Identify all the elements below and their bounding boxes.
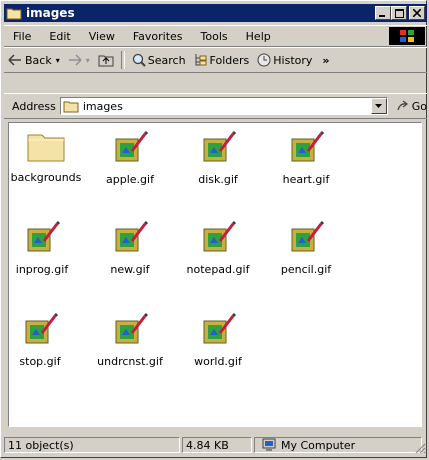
standard-toolbar: Back ▾ ▾ Search Folders History » xyxy=(4,47,427,73)
back-label: Back xyxy=(25,53,52,67)
file-item-new[interactable]: new.gif xyxy=(85,221,175,276)
forward-arrow-icon xyxy=(68,54,82,66)
explorer-window: images File Edit View Favorites Tools He… xyxy=(0,0,427,458)
folders-label: Folders xyxy=(209,53,250,67)
file-item-heart[interactable]: heart.gif xyxy=(261,131,351,186)
gif-image-icon xyxy=(115,131,148,162)
file-label: apple.gif xyxy=(106,173,154,186)
gif-image-icon xyxy=(203,131,236,162)
forward-dropdown-icon[interactable]: ▾ xyxy=(86,56,90,65)
address-dropdown-button[interactable] xyxy=(370,98,387,114)
back-dropdown-icon[interactable]: ▾ xyxy=(56,56,60,65)
file-label: inprog.gif xyxy=(15,263,69,276)
file-label: notepad.gif xyxy=(186,263,250,276)
file-item-notepad[interactable]: notepad.gif xyxy=(173,221,263,276)
menu-edit[interactable]: Edit xyxy=(40,30,79,43)
folders-icon xyxy=(195,54,207,66)
search-icon xyxy=(132,53,146,67)
file-item-stop[interactable]: stop.gif xyxy=(9,313,85,368)
chevron-down-icon xyxy=(375,104,383,108)
toolbar-more-chevron[interactable]: » xyxy=(322,54,329,67)
toolbar-separator xyxy=(120,51,125,69)
history-icon xyxy=(257,53,271,67)
folders-button[interactable]: Folders xyxy=(190,50,254,70)
search-button[interactable]: Search xyxy=(128,50,190,70)
back-arrow-icon xyxy=(8,54,21,66)
history-button[interactable]: History xyxy=(253,50,316,70)
address-label: Address xyxy=(12,99,56,113)
maximize-icon xyxy=(394,8,404,18)
folder-icon xyxy=(27,134,65,162)
gif-image-icon xyxy=(27,221,60,252)
search-label: Search xyxy=(147,53,186,67)
menu-favorites[interactable]: Favorites xyxy=(124,30,192,43)
file-label: stop.gif xyxy=(19,355,61,368)
menu-bar: File Edit View Favorites Tools Help xyxy=(4,25,427,47)
file-label: backgrounds xyxy=(10,171,82,184)
status-location: My Computer xyxy=(281,438,356,452)
folder-icon xyxy=(63,101,79,112)
status-zone: My Computer xyxy=(254,437,422,453)
file-label: disk.gif xyxy=(198,173,238,186)
gif-image-icon xyxy=(115,221,148,252)
up-folder-button[interactable] xyxy=(94,50,118,70)
file-label: world.gif xyxy=(194,355,242,368)
minimize-icon xyxy=(379,15,385,17)
forward-button[interactable]: ▾ xyxy=(64,50,94,70)
gif-image-icon xyxy=(115,313,148,344)
go-button[interactable]: Go xyxy=(396,100,427,113)
address-value: images xyxy=(82,99,123,113)
gif-image-icon xyxy=(291,221,324,252)
gif-image-icon xyxy=(203,221,236,252)
gif-image-icon xyxy=(203,313,236,344)
file-label: undrcnst.gif xyxy=(97,355,163,368)
up-folder-icon xyxy=(98,55,114,67)
go-arrow-icon xyxy=(397,100,408,111)
file-item-apple[interactable]: apple.gif xyxy=(85,131,175,186)
window-title: images xyxy=(26,6,75,20)
file-item-world[interactable]: world.gif xyxy=(173,313,263,368)
file-item-inprog[interactable]: inprog.gif xyxy=(9,221,87,276)
file-label: pencil.gif xyxy=(280,263,332,276)
address-bar: Address images Go xyxy=(4,93,427,119)
close-button[interactable] xyxy=(409,6,425,20)
resize-grip-icon[interactable] xyxy=(414,442,426,454)
back-button[interactable]: Back ▾ xyxy=(4,50,64,70)
file-label: heart.gif xyxy=(282,173,330,186)
windows-logo-icon xyxy=(389,27,425,45)
history-label: History xyxy=(273,53,313,67)
file-label: new.gif xyxy=(110,263,150,276)
menu-tools[interactable]: Tools xyxy=(192,30,237,43)
maximize-button[interactable] xyxy=(391,6,407,20)
gif-image-icon xyxy=(291,131,324,162)
menu-view[interactable]: View xyxy=(80,30,124,43)
address-input[interactable]: images xyxy=(59,97,388,115)
file-item-backgrounds[interactable]: backgrounds xyxy=(9,131,91,184)
status-size: 4.84 KB xyxy=(182,437,252,453)
title-bar[interactable]: images xyxy=(4,4,427,22)
status-object-count: 11 object(s) xyxy=(4,437,180,453)
file-list-view[interactable]: backgrounds apple.gif disk.gif heart.gif… xyxy=(8,122,422,427)
minimize-button[interactable] xyxy=(375,6,391,20)
folder-icon xyxy=(6,8,22,20)
file-item-pencil[interactable]: pencil.gif xyxy=(261,221,351,276)
menu-help[interactable]: Help xyxy=(237,30,280,43)
file-item-disk[interactable]: disk.gif xyxy=(173,131,263,186)
go-label: Go xyxy=(411,99,427,113)
status-bar: 11 object(s) 4.84 KB My Computer xyxy=(4,435,427,455)
my-computer-icon xyxy=(262,438,276,451)
menu-file[interactable]: File xyxy=(4,30,40,43)
gif-image-icon xyxy=(25,313,58,344)
close-icon xyxy=(413,9,421,17)
file-item-undrcnst[interactable]: undrcnst.gif xyxy=(85,313,175,368)
